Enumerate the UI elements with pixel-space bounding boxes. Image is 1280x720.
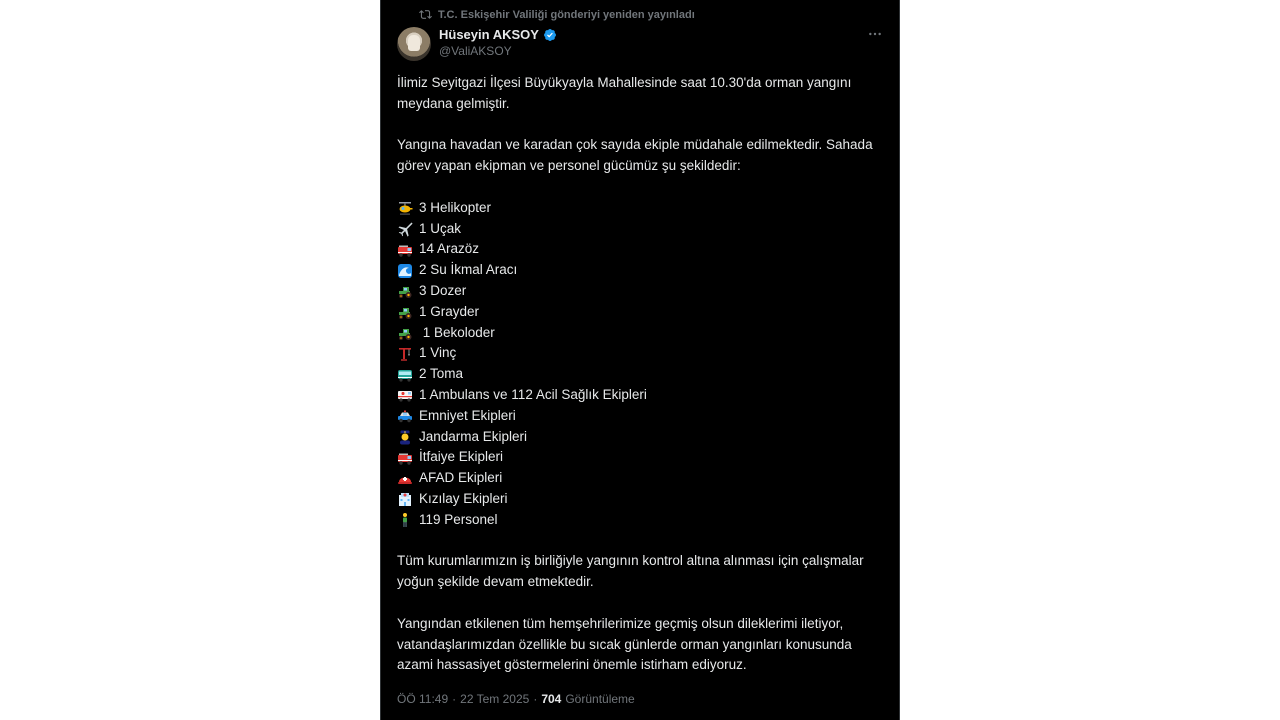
repost-indicator[interactable]: T.C. Eskişehir Valiliği gönderiyi yenide… bbox=[419, 8, 695, 21]
tractor-icon bbox=[397, 325, 413, 341]
equipment-list-item: 3 Dozer bbox=[397, 281, 887, 302]
fire-engine-icon bbox=[397, 450, 413, 466]
equipment-label: 3 Dozer bbox=[419, 282, 467, 298]
police-car-icon bbox=[397, 408, 413, 424]
tractor-icon bbox=[397, 304, 413, 320]
equipment-label: Jandarma Ekipleri bbox=[419, 428, 528, 444]
equipment-label: Emniyet Ekipleri bbox=[419, 407, 516, 423]
meta-separator: · bbox=[533, 692, 538, 706]
equipment-list-item: Jandarma Ekipleri bbox=[397, 427, 887, 448]
water-wave-icon bbox=[397, 263, 413, 279]
meta-separator: · bbox=[452, 692, 457, 706]
helicopter-icon bbox=[397, 200, 413, 216]
tweet-paragraph-1: İlimiz Seyitgazi İlçesi Büyükyayla Mahal… bbox=[397, 75, 852, 111]
equipment-label: İtfaiye Ekipleri bbox=[419, 449, 504, 465]
tweet-body: İlimiz Seyitgazi İlçesi Büyükyayla Mahal… bbox=[397, 73, 887, 697]
ambulance-icon bbox=[397, 387, 413, 403]
bus-icon bbox=[397, 367, 413, 383]
views-label: Görüntüleme bbox=[565, 692, 635, 706]
police-officer-icon bbox=[397, 429, 413, 445]
equipment-label: 1 Grayder bbox=[419, 303, 480, 319]
equipment-label: 1 Ambulans ve 112 Acil Sağlık Ekipleri bbox=[419, 386, 647, 402]
equipment-label: 119 Personel bbox=[419, 511, 498, 527]
verified-badge-icon bbox=[543, 28, 556, 41]
equipment-label: 2 Su İkmal Aracı bbox=[419, 262, 518, 278]
equipment-list-item: 1 Vinç bbox=[397, 343, 887, 364]
tweet-date[interactable]: 22 Tem 2025 bbox=[460, 692, 529, 706]
equipment-label: 1 Uçak bbox=[419, 220, 462, 236]
tweet-card[interactable]: T.C. Eskişehir Valiliği gönderiyi yenide… bbox=[380, 0, 900, 720]
equipment-label: 2 Toma bbox=[419, 366, 464, 382]
equipment-list-item: AFAD Ekipleri bbox=[397, 468, 887, 489]
person-standing-icon bbox=[397, 512, 413, 528]
airplane-icon bbox=[397, 221, 413, 237]
equipment-list-item: 14 Arazöz bbox=[397, 239, 887, 260]
equipment-list-item: 2 Su İkmal Aracı bbox=[397, 260, 887, 281]
equipment-label: 14 Arazöz bbox=[419, 241, 480, 257]
tractor-icon bbox=[397, 283, 413, 299]
equipment-list-item: Emniyet Ekipleri bbox=[397, 406, 887, 427]
equipment-list-item: 1 Uçak bbox=[397, 219, 887, 240]
equipment-list-item: 1 Ambulans ve 112 Acil Sağlık Ekipleri bbox=[397, 385, 887, 406]
tweet-time[interactable]: ÖÖ 11:49 bbox=[397, 692, 448, 706]
tweet-paragraph-4: Yangından etkilenen tüm hemşehrilerimize… bbox=[397, 615, 852, 673]
more-dots-icon bbox=[869, 32, 881, 36]
avatar[interactable] bbox=[397, 27, 431, 61]
equipment-label: 1 Vinç bbox=[419, 345, 457, 361]
author-handle[interactable]: @ValiAKSOY bbox=[439, 44, 512, 58]
equipment-list-item: 1 Grayder bbox=[397, 302, 887, 323]
equipment-list-item: 3 Helikopter bbox=[397, 198, 887, 219]
more-options-icon[interactable] bbox=[865, 24, 885, 44]
equipment-list-item: 1 Bekoloder bbox=[397, 323, 887, 344]
hospital-icon bbox=[397, 491, 413, 507]
tweet-paragraph-3: Tüm kurumlarımızın iş birliğiyle yangını… bbox=[397, 553, 864, 590]
author-name[interactable]: Hüseyin AKSOY bbox=[439, 27, 539, 42]
equipment-list-item: 119 Personel bbox=[397, 510, 887, 531]
author-name-row[interactable]: Hüseyin AKSOY bbox=[439, 27, 557, 42]
equipment-list-item: Kızılay Ekipleri bbox=[397, 489, 887, 510]
crane-icon bbox=[397, 346, 413, 362]
equipment-list: 3 Helikopter 1 Uçak 14 Arazöz 2 Su İkmal Ar… bbox=[397, 198, 887, 531]
equipment-label: 3 Helikopter bbox=[419, 199, 492, 215]
repost-icon bbox=[419, 10, 432, 19]
equipment-label: AFAD Ekipleri bbox=[419, 470, 503, 486]
views-count: 704 bbox=[541, 692, 562, 706]
rescue-helmet-icon bbox=[397, 471, 413, 487]
fire-engine-icon bbox=[397, 242, 413, 258]
equipment-list-item: 2 Toma bbox=[397, 364, 887, 385]
repost-text: T.C. Eskişehir Valiliği gönderiyi yenide… bbox=[438, 8, 695, 21]
equipment-label: 1 Bekoloder bbox=[419, 324, 495, 340]
equipment-label: Kızılay Ekipleri bbox=[419, 490, 508, 506]
tweet-meta: ÖÖ 11:49 · 22 Tem 2025 · 704 Görüntüleme bbox=[397, 692, 635, 706]
equipment-list-item: İtfaiye Ekipleri bbox=[397, 447, 887, 468]
tweet-paragraph-2: Yangına havadan ve karadan çok sayıda ek… bbox=[397, 137, 873, 174]
